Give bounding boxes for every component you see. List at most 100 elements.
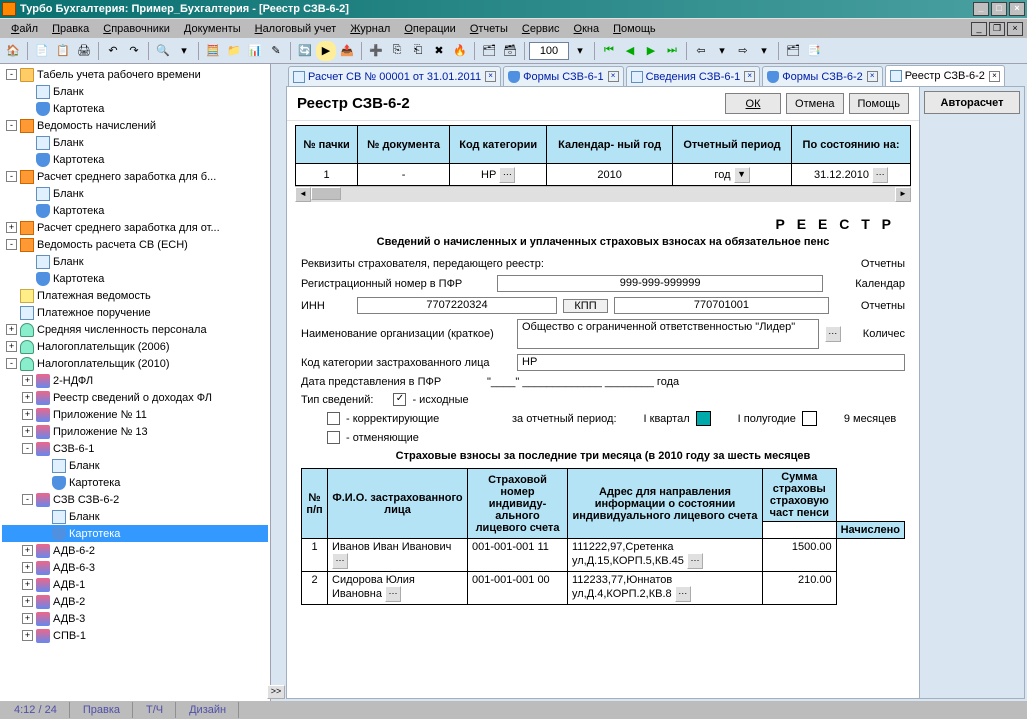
back-icon[interactable]: ⇦ xyxy=(691,41,711,61)
tree-toggle-icon[interactable]: + xyxy=(22,579,33,590)
mdi-restore-button[interactable]: ❐ xyxy=(989,22,1005,36)
cancel-button[interactable]: Отмена xyxy=(786,93,843,114)
export-icon[interactable]: 📤 xyxy=(337,41,357,61)
scroll-right-icon[interactable]: ► xyxy=(895,187,911,202)
table-row[interactable]: 2Сидорова Юлия Ивановна ⋯001-001-001 001… xyxy=(302,572,905,605)
grid-cell[interactable]: 2010 xyxy=(547,164,673,186)
insert-icon[interactable]: ⎘ xyxy=(387,41,407,61)
type-cancel-checkbox[interactable] xyxy=(327,431,340,444)
table-row[interactable]: 1Иванов Иван Иванович ⋯001-001-001 11111… xyxy=(302,539,905,572)
ok-button[interactable]: ОК xyxy=(725,93,781,114)
menu-Отчеты[interactable]: Отчеты xyxy=(463,21,515,37)
tree-node[interactable]: +2-НДФЛ xyxy=(2,372,268,389)
back-drop-icon[interactable]: ▾ xyxy=(712,41,732,61)
add-icon[interactable]: ➕ xyxy=(366,41,386,61)
inn-field[interactable]: 7707220324 xyxy=(357,297,557,314)
maximize-button[interactable]: □ xyxy=(991,2,1007,16)
scroll-left-icon[interactable]: ◄ xyxy=(295,187,311,202)
cell-addr[interactable]: 112233,77,Юннатов ул,Д.4,КОРП.2,КВ.8 ⋯ xyxy=(568,572,763,605)
minimize-button[interactable]: _ xyxy=(973,2,989,16)
tree-toggle-icon[interactable]: + xyxy=(6,222,17,233)
nav-prev-icon[interactable]: ◀ xyxy=(620,41,640,61)
search-icon[interactable]: 🔍 xyxy=(153,41,173,61)
org-lookup-button[interactable]: ⋯ xyxy=(825,326,841,342)
tree-toggle-icon[interactable]: + xyxy=(22,426,33,437)
tree-node[interactable]: -Расчет среднего заработка для б... xyxy=(2,168,268,185)
tree-toggle-icon[interactable]: + xyxy=(22,613,33,624)
grid-cell[interactable]: 1 xyxy=(296,164,358,186)
code-field[interactable]: НР xyxy=(517,354,905,371)
tree-toggle-icon[interactable]: + xyxy=(22,545,33,556)
tree-node[interactable]: Платежное поручение xyxy=(2,304,268,321)
tree-node[interactable]: Бланк xyxy=(2,134,268,151)
lookup-icon[interactable]: ⋯ xyxy=(675,586,691,602)
tab-close-icon[interactable]: × xyxy=(608,71,619,82)
undo-icon[interactable]: ↶ xyxy=(103,41,123,61)
tree-node[interactable]: Картотека xyxy=(2,270,268,287)
splitter-button[interactable]: >> xyxy=(267,685,285,699)
tree-sidebar[interactable]: -Табель учета рабочего времениБланкКарто… xyxy=(0,64,271,701)
tree-toggle-icon[interactable]: - xyxy=(6,120,17,131)
edit-icon[interactable]: ✎ xyxy=(266,41,286,61)
lookup-icon[interactable]: ⋯ xyxy=(687,553,703,569)
reload-icon[interactable]: 🔄 xyxy=(295,41,315,61)
zoom-input[interactable]: 100 xyxy=(529,42,569,60)
status-edit[interactable]: Правка xyxy=(71,702,133,718)
fwd-icon[interactable]: ⇨ xyxy=(733,41,753,61)
tree-node[interactable]: Картотека xyxy=(2,202,268,219)
cell-snum[interactable]: 001-001-001 11 xyxy=(468,539,568,572)
paste-icon[interactable]: 📋 xyxy=(53,41,73,61)
lookup-icon[interactable]: ⋯ xyxy=(499,167,515,183)
tree-node[interactable]: +АДВ-2 xyxy=(2,593,268,610)
tab[interactable]: Формы СЗВ-6-1× xyxy=(503,66,624,86)
tree-node[interactable]: +Приложение № 11 xyxy=(2,406,268,423)
org-field[interactable]: Общество с ограниченной ответственностью… xyxy=(517,319,819,349)
h1-radio[interactable] xyxy=(802,411,817,426)
tree-node[interactable]: +АДВ-1 xyxy=(2,576,268,593)
tab-close-icon[interactable]: × xyxy=(989,71,1000,82)
delete-icon[interactable]: ✖ xyxy=(429,41,449,61)
tree-toggle-icon[interactable]: + xyxy=(22,630,33,641)
home-icon[interactable]: 🏠 xyxy=(3,41,23,61)
mdi-minimize-button[interactable]: _ xyxy=(971,22,987,36)
copy-icon[interactable]: 📄 xyxy=(32,41,52,61)
tree-toggle-icon[interactable]: + xyxy=(6,324,17,335)
q1-radio[interactable] xyxy=(696,411,711,426)
cell-sum[interactable]: 210.00 xyxy=(763,572,837,605)
tree-node[interactable]: +АДВ-6-2 xyxy=(2,542,268,559)
db2-icon[interactable]: 🗃 xyxy=(500,41,520,61)
list-icon[interactable]: 📑 xyxy=(804,41,824,61)
lookup-icon[interactable]: ⋯ xyxy=(872,167,888,183)
tree-toggle-icon[interactable]: - xyxy=(6,239,17,250)
tree-toggle-icon[interactable]: + xyxy=(22,375,33,386)
tree-node[interactable]: Бланк xyxy=(2,83,268,100)
menu-Сервис[interactable]: Сервис xyxy=(515,21,567,37)
tree-node[interactable]: Картотека xyxy=(2,151,268,168)
cell-fio[interactable]: Иванов Иван Иванович ⋯ xyxy=(328,539,468,572)
menu-Налоговый учет[interactable]: Налоговый учет xyxy=(248,21,344,37)
menu-Правка[interactable]: Правка xyxy=(45,21,96,37)
cell-addr[interactable]: 111222,97,Сретенка ул,Д.15,КОРП.5,КВ.45 … xyxy=(568,539,763,572)
tab[interactable]: Реестр СЗВ-6-2× xyxy=(885,65,1005,86)
tree-toggle-icon[interactable]: - xyxy=(6,171,17,182)
tree-node[interactable]: Платежная ведомость xyxy=(2,287,268,304)
tab-close-icon[interactable]: × xyxy=(744,71,755,82)
lookup-icon[interactable]: ⋯ xyxy=(332,553,348,569)
tree-node[interactable]: Картотека xyxy=(2,100,268,117)
hscroll[interactable]: ◄ ► xyxy=(295,186,911,202)
cell-sum[interactable]: 1500.00 xyxy=(763,539,837,572)
close-button[interactable]: × xyxy=(1009,2,1025,16)
menu-Журнал[interactable]: Журнал xyxy=(343,21,397,37)
tree-node[interactable]: +АДВ-3 xyxy=(2,610,268,627)
tree-node[interactable]: +Средняя численность персонала xyxy=(2,321,268,338)
menu-Операции[interactable]: Операции xyxy=(397,21,462,37)
tree-node[interactable]: +СПВ-1 xyxy=(2,627,268,644)
splitter[interactable]: >> xyxy=(271,64,284,701)
tree-toggle-icon[interactable]: + xyxy=(22,562,33,573)
tree-node[interactable]: -Ведомость расчета СВ (ЕСН) xyxy=(2,236,268,253)
tab[interactable]: Формы СЗВ-6-2× xyxy=(762,66,883,86)
fwd-drop-icon[interactable]: ▾ xyxy=(754,41,774,61)
tree-toggle-icon[interactable]: - xyxy=(6,358,17,369)
tree-node[interactable]: -СЗВ СЗВ-6-2 xyxy=(2,491,268,508)
status-design[interactable]: Дизайн xyxy=(177,702,239,718)
